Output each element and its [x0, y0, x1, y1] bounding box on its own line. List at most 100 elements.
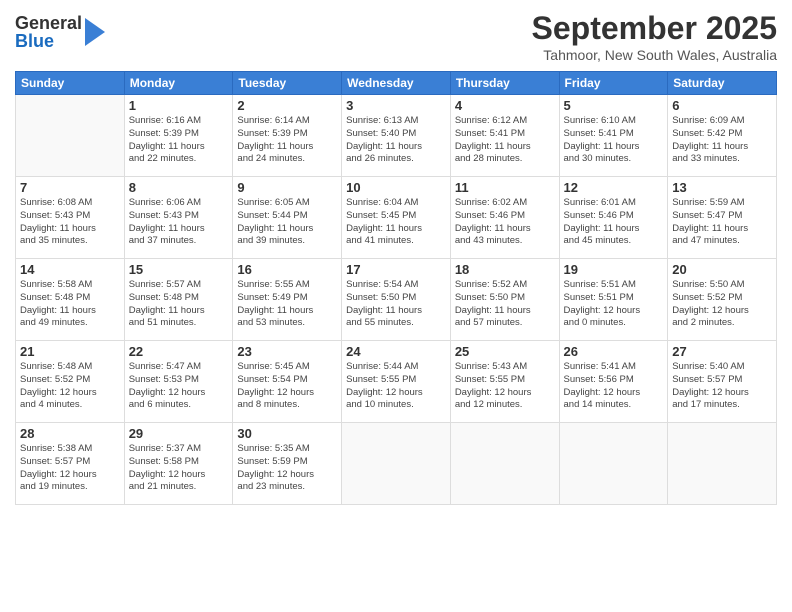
- day-number: 20: [672, 262, 772, 277]
- day-info: Sunrise: 5:50 AM Sunset: 5:52 PM Dayligh…: [672, 279, 772, 330]
- page: General Blue September 2025 Tahmoor, New…: [0, 0, 792, 612]
- weekday-header: Thursday: [450, 72, 559, 95]
- day-number: 4: [455, 98, 555, 113]
- calendar-cell: 19 Sunrise: 5:51 AM Sunset: 5:51 PM Dayli…: [559, 259, 668, 341]
- logo-blue: Blue: [15, 32, 82, 50]
- day-info: Sunrise: 6:02 AM Sunset: 5:46 PM Dayligh…: [455, 197, 555, 248]
- day-number: 5: [564, 98, 664, 113]
- day-number: 6: [672, 98, 772, 113]
- day-info: Sunrise: 5:47 AM Sunset: 5:53 PM Dayligh…: [129, 361, 229, 412]
- day-number: 19: [564, 262, 664, 277]
- day-info: Sunrise: 5:55 AM Sunset: 5:49 PM Dayligh…: [237, 279, 337, 330]
- day-info: Sunrise: 6:01 AM Sunset: 5:46 PM Dayligh…: [564, 197, 664, 248]
- day-number: 3: [346, 98, 446, 113]
- day-info: Sunrise: 5:54 AM Sunset: 5:50 PM Dayligh…: [346, 279, 446, 330]
- calendar-cell: 5 Sunrise: 6:10 AM Sunset: 5:41 PM Daylig…: [559, 95, 668, 177]
- day-info: Sunrise: 6:09 AM Sunset: 5:42 PM Dayligh…: [672, 115, 772, 166]
- calendar-week-row: 28 Sunrise: 5:38 AM Sunset: 5:57 PM Dayli…: [16, 423, 777, 505]
- calendar: SundayMondayTuesdayWednesdayThursdayFrid…: [15, 71, 777, 505]
- day-info: Sunrise: 5:52 AM Sunset: 5:50 PM Dayligh…: [455, 279, 555, 330]
- weekday-header: Tuesday: [233, 72, 342, 95]
- day-number: 28: [20, 426, 120, 441]
- day-number: 16: [237, 262, 337, 277]
- calendar-cell: 17 Sunrise: 5:54 AM Sunset: 5:50 PM Dayli…: [342, 259, 451, 341]
- day-number: 27: [672, 344, 772, 359]
- calendar-cell: 6 Sunrise: 6:09 AM Sunset: 5:42 PM Daylig…: [668, 95, 777, 177]
- day-number: 14: [20, 262, 120, 277]
- logo-text: General Blue: [15, 14, 82, 50]
- logo: General Blue: [15, 14, 105, 50]
- calendar-cell: 20 Sunrise: 5:50 AM Sunset: 5:52 PM Dayli…: [668, 259, 777, 341]
- day-info: Sunrise: 5:59 AM Sunset: 5:47 PM Dayligh…: [672, 197, 772, 248]
- day-info: Sunrise: 5:45 AM Sunset: 5:54 PM Dayligh…: [237, 361, 337, 412]
- day-number: 26: [564, 344, 664, 359]
- calendar-cell: 24 Sunrise: 5:44 AM Sunset: 5:55 PM Dayli…: [342, 341, 451, 423]
- calendar-cell: 8Sunrise: 6:06 AM Sunset: 5:43 PM Daylig…: [124, 177, 233, 259]
- calendar-cell: 2 Sunrise: 6:14 AM Sunset: 5:39 PM Daylig…: [233, 95, 342, 177]
- day-number: 30: [237, 426, 337, 441]
- calendar-cell: 27 Sunrise: 5:40 AM Sunset: 5:57 PM Dayli…: [668, 341, 777, 423]
- calendar-week-row: 7 Sunrise: 6:08 AM Sunset: 5:43 PM Daylig…: [16, 177, 777, 259]
- logo-icon: [85, 18, 105, 46]
- calendar-cell: 18Sunrise: 5:52 AM Sunset: 5:50 PM Dayli…: [450, 259, 559, 341]
- day-number: 2: [237, 98, 337, 113]
- day-info: Sunrise: 6:13 AM Sunset: 5:40 PM Dayligh…: [346, 115, 446, 166]
- day-info: Sunrise: 6:05 AM Sunset: 5:44 PM Dayligh…: [237, 197, 337, 248]
- day-info: Sunrise: 6:16 AM Sunset: 5:39 PM Dayligh…: [129, 115, 229, 166]
- calendar-cell: 21Sunrise: 5:48 AM Sunset: 5:52 PM Dayli…: [16, 341, 125, 423]
- calendar-cell: [342, 423, 451, 505]
- calendar-cell: 13 Sunrise: 5:59 AM Sunset: 5:47 PM Dayli…: [668, 177, 777, 259]
- calendar-cell: 23 Sunrise: 5:45 AM Sunset: 5:54 PM Dayli…: [233, 341, 342, 423]
- day-number: 22: [129, 344, 229, 359]
- day-info: Sunrise: 5:44 AM Sunset: 5:55 PM Dayligh…: [346, 361, 446, 412]
- day-number: 24: [346, 344, 446, 359]
- weekday-header: Friday: [559, 72, 668, 95]
- day-number: 1: [129, 98, 229, 113]
- calendar-cell: 10 Sunrise: 6:04 AM Sunset: 5:45 PM Dayli…: [342, 177, 451, 259]
- calendar-cell: 12Sunrise: 6:01 AM Sunset: 5:46 PM Dayli…: [559, 177, 668, 259]
- day-info: Sunrise: 5:51 AM Sunset: 5:51 PM Dayligh…: [564, 279, 664, 330]
- calendar-cell: 29Sunrise: 5:37 AM Sunset: 5:58 PM Dayli…: [124, 423, 233, 505]
- calendar-cell: 22 Sunrise: 5:47 AM Sunset: 5:53 PM Dayli…: [124, 341, 233, 423]
- day-number: 11: [455, 180, 555, 195]
- calendar-cell: [668, 423, 777, 505]
- header: General Blue September 2025 Tahmoor, New…: [15, 10, 777, 63]
- calendar-cell: 3 Sunrise: 6:13 AM Sunset: 5:40 PM Daylig…: [342, 95, 451, 177]
- calendar-cell: 1 Sunrise: 6:16 AM Sunset: 5:39 PM Daylig…: [124, 95, 233, 177]
- day-number: 13: [672, 180, 772, 195]
- title-block: September 2025 Tahmoor, New South Wales,…: [532, 10, 777, 63]
- weekday-header: Wednesday: [342, 72, 451, 95]
- day-info: Sunrise: 5:41 AM Sunset: 5:56 PM Dayligh…: [564, 361, 664, 412]
- calendar-cell: 25Sunrise: 5:43 AM Sunset: 5:55 PM Dayli…: [450, 341, 559, 423]
- day-number: 29: [129, 426, 229, 441]
- location: Tahmoor, New South Wales, Australia: [532, 47, 777, 63]
- weekday-header: Sunday: [16, 72, 125, 95]
- calendar-cell: 11 Sunrise: 6:02 AM Sunset: 5:46 PM Dayli…: [450, 177, 559, 259]
- day-info: Sunrise: 5:57 AM Sunset: 5:48 PM Dayligh…: [129, 279, 229, 330]
- day-info: Sunrise: 6:08 AM Sunset: 5:43 PM Dayligh…: [20, 197, 120, 248]
- calendar-cell: 7 Sunrise: 6:08 AM Sunset: 5:43 PM Daylig…: [16, 177, 125, 259]
- day-info: Sunrise: 5:48 AM Sunset: 5:52 PM Dayligh…: [20, 361, 120, 412]
- day-number: 15: [129, 262, 229, 277]
- calendar-cell: [559, 423, 668, 505]
- day-info: Sunrise: 6:10 AM Sunset: 5:41 PM Dayligh…: [564, 115, 664, 166]
- day-number: 7: [20, 180, 120, 195]
- day-info: Sunrise: 5:38 AM Sunset: 5:57 PM Dayligh…: [20, 443, 120, 494]
- day-info: Sunrise: 6:14 AM Sunset: 5:39 PM Dayligh…: [237, 115, 337, 166]
- calendar-week-row: 1 Sunrise: 6:16 AM Sunset: 5:39 PM Daylig…: [16, 95, 777, 177]
- day-number: 8: [129, 180, 229, 195]
- calendar-week-row: 21Sunrise: 5:48 AM Sunset: 5:52 PM Dayli…: [16, 341, 777, 423]
- day-info: Sunrise: 6:04 AM Sunset: 5:45 PM Dayligh…: [346, 197, 446, 248]
- day-info: Sunrise: 6:12 AM Sunset: 5:41 PM Dayligh…: [455, 115, 555, 166]
- calendar-week-row: 14Sunrise: 5:58 AM Sunset: 5:48 PM Dayli…: [16, 259, 777, 341]
- day-number: 17: [346, 262, 446, 277]
- day-number: 9: [237, 180, 337, 195]
- calendar-cell: 26 Sunrise: 5:41 AM Sunset: 5:56 PM Dayli…: [559, 341, 668, 423]
- calendar-cell: 30 Sunrise: 5:35 AM Sunset: 5:59 PM Dayli…: [233, 423, 342, 505]
- day-info: Sunrise: 5:40 AM Sunset: 5:57 PM Dayligh…: [672, 361, 772, 412]
- calendar-cell: [16, 95, 125, 177]
- day-info: Sunrise: 5:35 AM Sunset: 5:59 PM Dayligh…: [237, 443, 337, 494]
- logo-general: General: [15, 14, 82, 32]
- day-number: 23: [237, 344, 337, 359]
- day-number: 10: [346, 180, 446, 195]
